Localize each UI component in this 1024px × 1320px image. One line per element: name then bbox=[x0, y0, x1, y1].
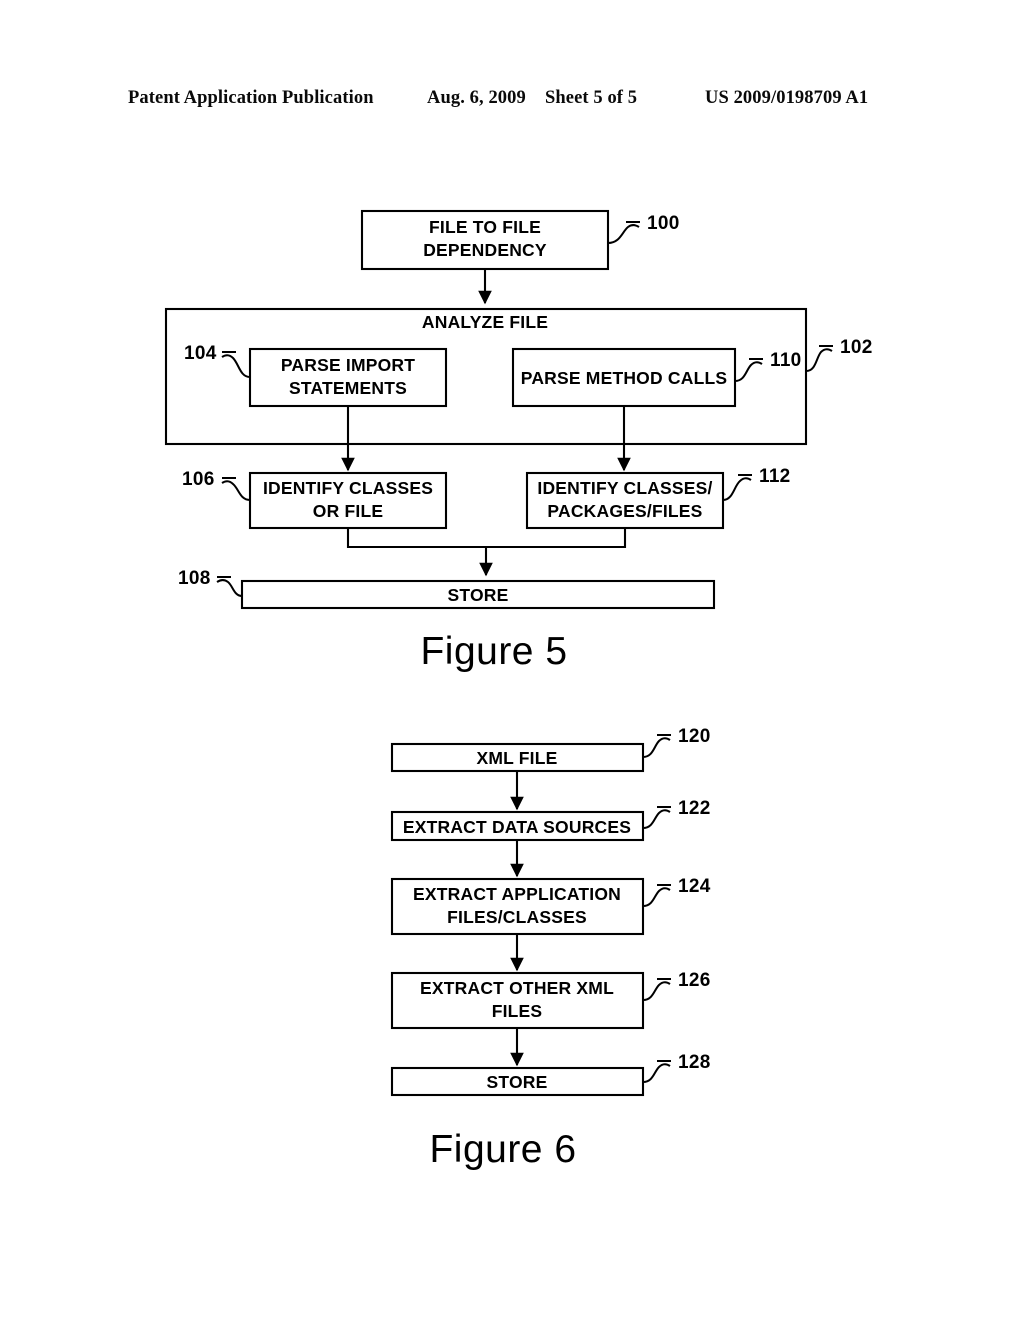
reference-number-112: 112 bbox=[759, 466, 791, 487]
node-store-figure5-label: STORE bbox=[448, 585, 509, 605]
reference-number-122: 122 bbox=[678, 798, 711, 819]
node-extract-other-xml-files[interactable]: EXTRACT OTHER XML FILES bbox=[390, 971, 645, 1030]
node-parse-method-calls-label: PARSE METHOD CALLS bbox=[521, 368, 727, 388]
reference-number-100: 100 bbox=[647, 213, 680, 234]
node-file-to-file-dependency-label-line1: FILE TO FILE bbox=[429, 217, 541, 237]
node-file-to-file-dependency[interactable]: FILE TO FILE DEPENDENCY bbox=[360, 209, 610, 271]
node-store-figure5[interactable]: STORE bbox=[240, 579, 716, 610]
node-extract-application-files-classes[interactable]: EXTRACT APPLICATION FILES/CLASSES bbox=[390, 877, 645, 936]
reference-number-106: 106 bbox=[182, 469, 215, 490]
figure-6-caption: Figure 6 bbox=[429, 1128, 576, 1171]
node-analyze-file-label: ANALYZE FILE bbox=[422, 312, 548, 332]
node-identify-classes-packages-files-label-line1: IDENTIFY CLASSES/ bbox=[537, 478, 712, 498]
node-extract-data-sources-label: EXTRACT DATA SOURCES bbox=[403, 817, 631, 837]
reference-lead-128: 128 bbox=[642, 1052, 711, 1083]
node-identify-classes-packages-files[interactable]: IDENTIFY CLASSES/ PACKAGES/FILES bbox=[525, 471, 725, 530]
node-xml-file[interactable]: XML FILE bbox=[390, 742, 645, 773]
patent-drawing-sheet: FILE TO FILE DEPENDENCY 100 ANALYZE FILE… bbox=[0, 0, 1024, 1320]
node-extract-other-xml-files-label-line2: FILES bbox=[492, 1001, 543, 1021]
reference-number-104: 104 bbox=[184, 343, 217, 364]
node-file-to-file-dependency-label-line2: DEPENDENCY bbox=[423, 240, 547, 260]
node-identify-classes-or-file-label-line1: IDENTIFY CLASSES bbox=[263, 478, 433, 498]
reference-lead-108: 108 bbox=[178, 568, 243, 597]
node-parse-method-calls[interactable]: PARSE METHOD CALLS bbox=[511, 347, 737, 408]
node-parse-import-statements-label-line1: PARSE IMPORT bbox=[281, 355, 415, 375]
node-store-figure6[interactable]: STORE bbox=[390, 1066, 645, 1097]
node-parse-import-statements[interactable]: PARSE IMPORT STATEMENTS bbox=[248, 347, 448, 408]
reference-lead-106: 106 bbox=[182, 469, 251, 501]
merge-junction-to-store bbox=[346, 528, 627, 577]
reference-number-126: 126 bbox=[678, 970, 711, 991]
reference-lead-112: 112 bbox=[722, 466, 791, 501]
reference-number-128: 128 bbox=[678, 1052, 711, 1073]
node-extract-other-xml-files-label-line1: EXTRACT OTHER XML bbox=[420, 978, 614, 998]
figure-6: XML FILE 120 EXTRACT DATA SOURCES 122 EX… bbox=[390, 726, 711, 1171]
node-parse-import-statements-label-line2: STATEMENTS bbox=[289, 378, 407, 398]
node-identify-classes-or-file[interactable]: IDENTIFY CLASSES OR FILE bbox=[248, 471, 448, 530]
reference-lead-126: 126 bbox=[642, 970, 711, 1001]
reference-number-124: 124 bbox=[678, 876, 711, 897]
reference-lead-120: 120 bbox=[642, 726, 711, 758]
reference-number-110: 110 bbox=[770, 350, 802, 371]
node-store-figure6-label: STORE bbox=[487, 1072, 548, 1092]
node-extract-application-files-classes-label-line2: FILES/CLASSES bbox=[447, 907, 587, 927]
node-extract-data-sources[interactable]: EXTRACT DATA SOURCES bbox=[390, 810, 645, 842]
node-identify-classes-packages-files-label-line2: PACKAGES/FILES bbox=[547, 501, 702, 521]
reference-lead-102: 102 bbox=[805, 337, 873, 372]
reference-lead-100: 100 bbox=[607, 213, 680, 244]
reference-lead-122: 122 bbox=[642, 798, 711, 829]
node-identify-classes-or-file-label-line2: OR FILE bbox=[313, 501, 383, 521]
reference-lead-124: 124 bbox=[642, 876, 711, 907]
reference-number-102: 102 bbox=[840, 337, 873, 358]
figure-5: FILE TO FILE DEPENDENCY 100 ANALYZE FILE… bbox=[164, 209, 873, 673]
figure-5-caption: Figure 5 bbox=[420, 630, 567, 673]
reference-number-108: 108 bbox=[178, 568, 211, 589]
reference-number-120: 120 bbox=[678, 726, 711, 747]
node-xml-file-label: XML FILE bbox=[477, 748, 558, 768]
node-extract-application-files-classes-label-line1: EXTRACT APPLICATION bbox=[413, 884, 621, 904]
